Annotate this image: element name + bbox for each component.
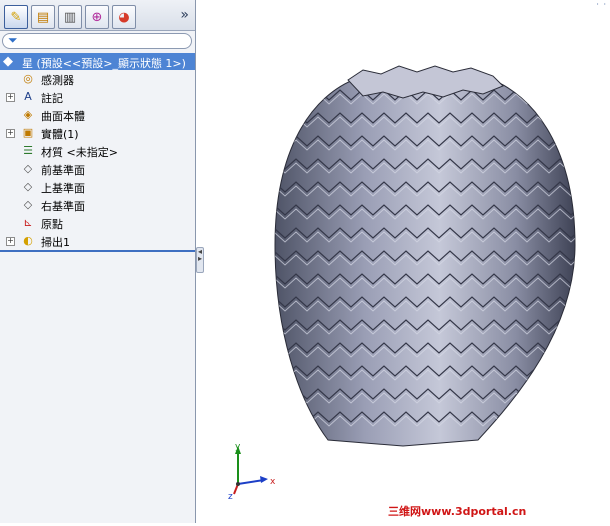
tab-property-manager[interactable]: ▤ xyxy=(31,5,55,29)
axis-triad: y x z xyxy=(228,442,276,500)
tree-root-part[interactable]: ◆ 星 (預設<<預設>_顯示狀態 1>) xyxy=(0,53,195,70)
feature-filter-input[interactable]: ⏷ xyxy=(2,33,192,49)
filter-icon: ⏷ xyxy=(8,33,18,47)
feature-manager-icon: ✎ xyxy=(10,9,22,25)
plane-icon: ◇ xyxy=(23,162,33,175)
watermark-text: 三维网www.3dportal.cn xyxy=(388,505,527,518)
expand-toggle[interactable]: + xyxy=(6,93,15,102)
triad-z-label: z xyxy=(228,492,233,500)
feature-manager-panel: ✎ ▤ ▥ ⊕ ◕ » ⏷ ◆ 星 (預設<<預設>_顯示狀態 1>) ◎ 感測器… xyxy=(0,0,196,523)
tab-configuration-manager[interactable]: ▥ xyxy=(58,5,82,29)
configuration-manager-icon: ▥ xyxy=(63,9,77,25)
annotation-icon: A xyxy=(24,90,32,103)
tree-item-label: 實體(1) xyxy=(41,128,79,141)
manager-tab-bar: ✎ ▤ ▥ ⊕ ◕ » xyxy=(0,0,195,31)
tree-item-label: 註記 xyxy=(41,92,63,105)
triad-y-label: y xyxy=(235,442,241,452)
tree-item-label: 掃出1 xyxy=(41,236,70,249)
tree-item-label: 曲面本體 xyxy=(41,110,85,123)
display-manager-icon: ◕ xyxy=(118,9,130,25)
tab-display-manager[interactable]: ◕ xyxy=(112,5,136,29)
tree-item-label: 前基準面 xyxy=(41,164,85,177)
tree-item-label: 上基準面 xyxy=(41,182,85,195)
surface-body-icon: ◈ xyxy=(23,108,33,121)
tree-item-label: 感測器 xyxy=(41,74,74,87)
tab-feature-manager[interactable]: ✎ xyxy=(4,5,28,29)
expand-tabs-button[interactable]: » xyxy=(180,7,189,23)
expand-toggle[interactable]: + xyxy=(6,129,15,138)
material-icon: ☰ xyxy=(23,144,33,157)
dimxpert-icon: ⊕ xyxy=(91,9,103,25)
part-icon: ◆ xyxy=(3,54,13,69)
tree-item-label: 右基準面 xyxy=(41,200,85,213)
plane-icon: ◇ xyxy=(23,180,33,193)
sweep-icon: ◐ xyxy=(23,234,33,247)
panel-divider xyxy=(0,250,195,252)
plane-icon: ◇ xyxy=(23,198,33,211)
origin-icon: ⊾ xyxy=(23,216,33,229)
tab-dimxpert-manager[interactable]: ⊕ xyxy=(85,5,109,29)
sensor-icon: ◎ xyxy=(23,72,33,85)
solid-body-icon: ▣ xyxy=(22,126,34,139)
viewport-corner-marker: · · xyxy=(596,0,607,9)
triad-x-label: x xyxy=(270,477,276,487)
property-manager-icon: ▤ xyxy=(36,9,50,25)
expand-toggle[interactable]: + xyxy=(6,237,15,246)
tree-item-label: 原點 xyxy=(41,218,63,231)
tree-root-label: 星 (預設<<預設>_顯示狀態 1>) xyxy=(22,57,186,70)
tree-item-label: 材質 <未指定> xyxy=(41,146,118,159)
